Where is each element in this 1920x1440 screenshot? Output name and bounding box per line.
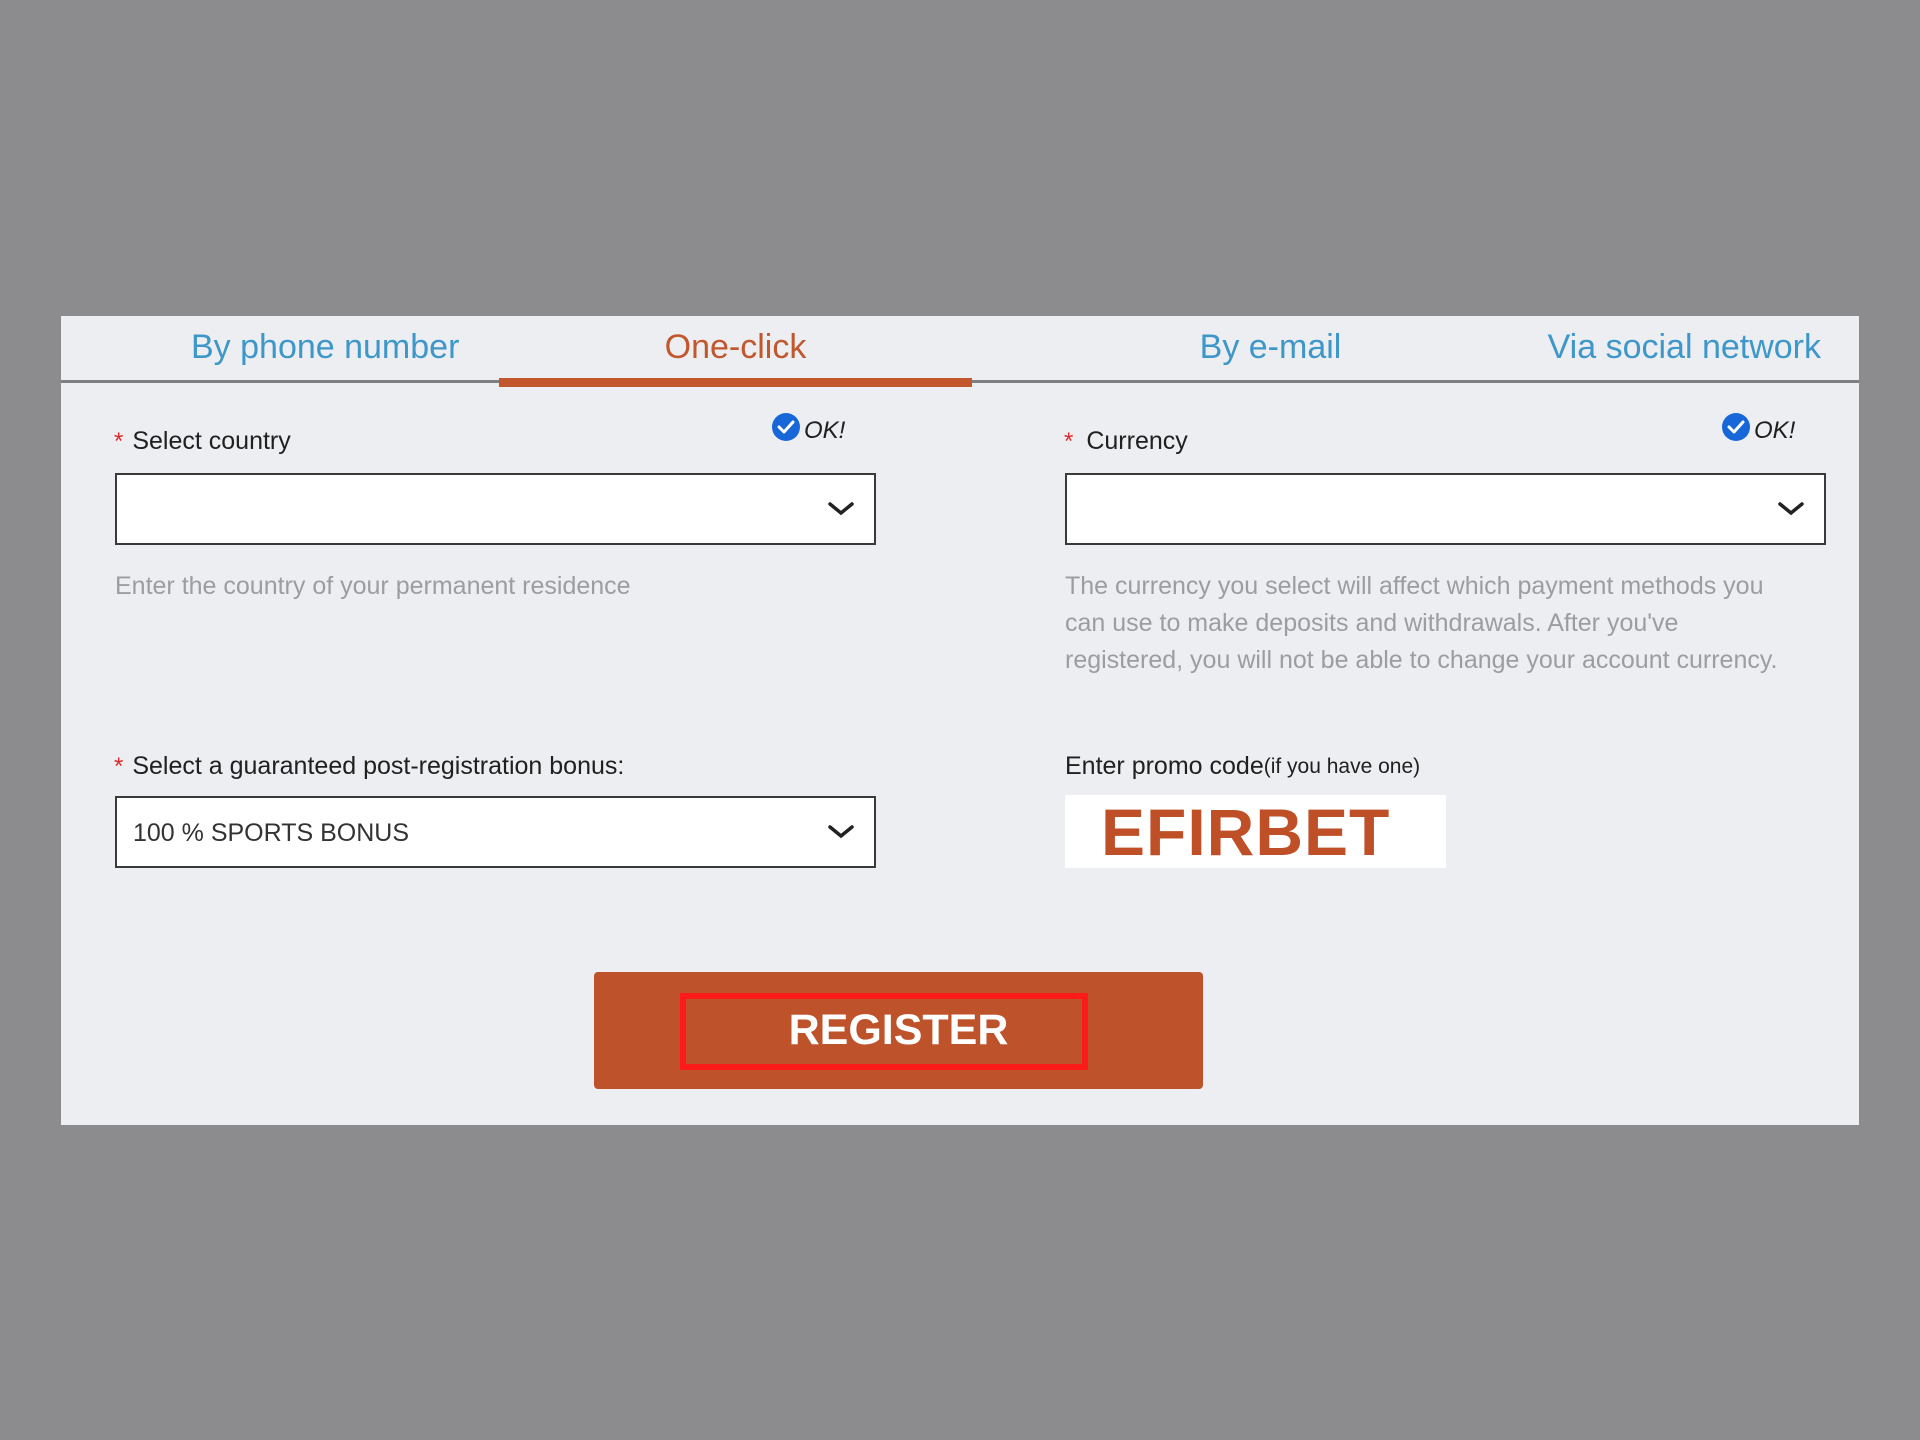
currency-ok-text: OK! [1754,417,1796,444]
required-mark: * [1064,427,1074,455]
currency-hint: The currency you select will affect whic… [1065,568,1855,679]
chevron-down-icon [828,502,854,516]
registration-tabs: By phone number One-click By e-mail Via … [61,316,1859,387]
promo-label-text: Enter promo code [1065,752,1264,780]
bonus-select[interactable]: 100 % SPORTS BONUS [115,796,876,868]
tab-by-phone-number[interactable]: By phone number [83,316,563,384]
chevron-down-icon [828,825,854,839]
country-label: * Select country [114,427,291,456]
currency-hint-line: registered, you will not be able to chan… [1065,646,1778,674]
registration-panel: By phone number One-click By e-mail Via … [61,316,1859,1125]
currency-hint-line: can use to make deposits and withdrawals… [1065,609,1679,637]
bonus-label-text: Select a guaranteed post-registration bo… [132,752,625,780]
required-mark: * [114,427,124,455]
tab-via-social-network[interactable]: Via social network [1501,316,1859,384]
check-circle-icon [772,413,800,441]
currency-label-text: Currency [1086,427,1188,455]
currency-label: * Currency [1064,427,1188,456]
check-circle-icon [1722,413,1750,441]
promo-code-input[interactable]: EFIRBET [1065,795,1446,869]
tab-by-email[interactable]: By e-mail [1034,316,1507,384]
currency-hint-line: The currency you select will affect whic… [1065,572,1764,600]
country-label-text: Select country [132,427,291,455]
country-ok-status: OK! [772,413,846,445]
bonus-label: * Select a guaranteed post-registration … [114,752,624,781]
register-button-label: REGISTER [788,1006,1009,1054]
currency-select[interactable] [1065,473,1826,545]
promo-label-suffix: (if you have one) [1263,754,1421,778]
country-hint: Enter the country of your permanent resi… [115,572,631,600]
currency-ok-status: OK! [1722,413,1796,445]
required-mark: * [114,752,124,780]
country-select[interactable] [115,473,876,545]
tab-one-click[interactable]: One-click [499,316,972,387]
chevron-down-icon [1778,502,1804,516]
country-ok-text: OK! [804,417,846,444]
bonus-select-value: 100 % SPORTS BONUS [133,819,410,847]
register-button[interactable]: REGISTER [594,972,1203,1089]
promo-label: Enter promo code (if you have one) [1065,752,1420,781]
promo-code-value: EFIRBET [1101,795,1391,869]
